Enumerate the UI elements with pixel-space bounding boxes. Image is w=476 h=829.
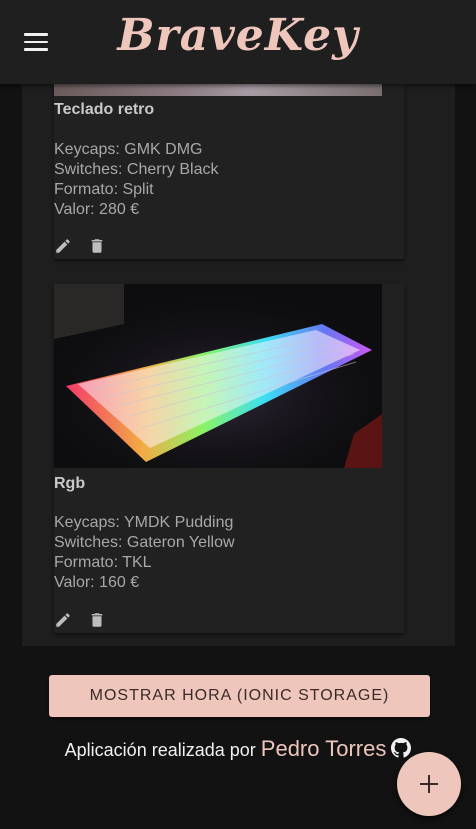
app-logo: BraveKey — [117, 10, 359, 61]
card-keycaps: Keycaps: YMDK Pudding — [54, 514, 234, 531]
card-actions — [54, 237, 118, 255]
footer-prefix: Aplicación realizada por — [64, 740, 256, 760]
card-format: Formato: TKL — [54, 554, 152, 571]
card-value: Valor: 160 € — [54, 574, 140, 591]
keyboard-list: Teclado retro Keycaps: GMK DMG Switches:… — [22, 84, 455, 646]
card-title: Teclado retro — [54, 101, 155, 118]
card-actions — [54, 611, 118, 629]
card-details: Keycaps: YMDK Pudding Switches: Gateron … — [54, 513, 235, 593]
app-header: BraveKey — [0, 0, 476, 84]
card-value: Valor: 280 € — [54, 201, 140, 218]
author-link[interactable]: Pedro Torres — [261, 736, 387, 761]
trash-icon[interactable] — [88, 611, 106, 629]
card-details: Keycaps: GMK DMG Switches: Cherry Black … — [54, 140, 219, 220]
keyboard-image — [54, 84, 382, 96]
card-format: Formato: Split — [54, 181, 154, 198]
pencil-icon[interactable] — [54, 237, 72, 255]
keyboard-card: Rgb Keycaps: YMDK Pudding Switches: Gate… — [54, 284, 404, 633]
pencil-icon[interactable] — [54, 611, 72, 629]
add-keyboard-button[interactable] — [397, 752, 461, 816]
trash-icon[interactable] — [88, 237, 106, 255]
plus-icon — [417, 772, 441, 796]
card-keycaps: Keycaps: GMK DMG — [54, 141, 203, 158]
card-switches: Switches: Gateron Yellow — [54, 534, 235, 551]
keyboard-card: Teclado retro Keycaps: GMK DMG Switches:… — [54, 84, 404, 259]
keyboard-image — [54, 284, 382, 468]
card-title: Rgb — [54, 475, 86, 492]
github-icon[interactable] — [391, 738, 412, 758]
show-time-button[interactable]: MOSTRAR HORA (IONIC STORAGE) — [49, 675, 430, 717]
footer-credit: Aplicación realizada por Pedro Torres — [0, 736, 476, 762]
card-switches: Switches: Cherry Black — [54, 161, 219, 178]
